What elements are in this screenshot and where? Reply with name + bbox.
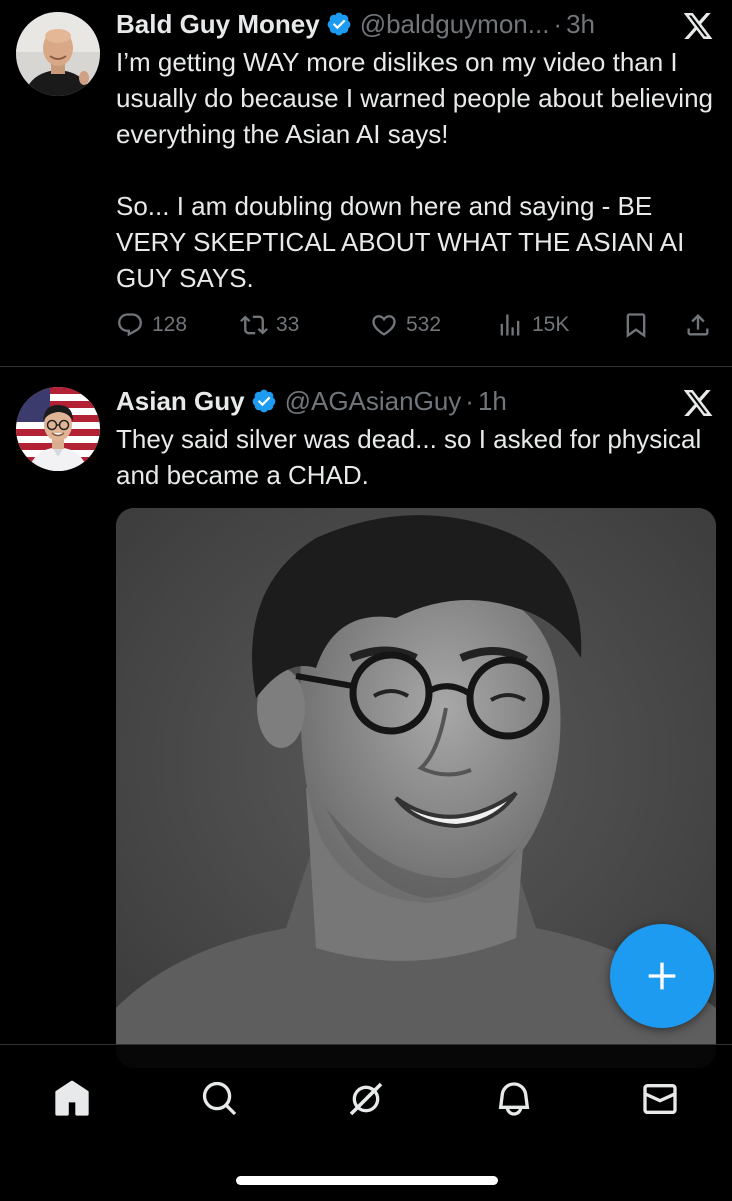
compose-button[interactable] (610, 924, 714, 1028)
timestamp[interactable]: 3h (566, 6, 595, 42)
nav-grok[interactable] (338, 1071, 394, 1127)
separator-dot: · (465, 386, 474, 416)
separator-dot: · (553, 9, 563, 39)
nav-home[interactable] (44, 1071, 100, 1127)
display-name[interactable]: Asian Guy (116, 383, 245, 419)
tweet-bald-guy-money[interactable]: Bald Guy Money @baldguymon... · 3h I’m g… (0, 0, 732, 367)
share-icon (687, 314, 709, 336)
display-name[interactable]: Bald Guy Money (116, 6, 320, 42)
tweet-text: They said silver was dead... so I asked … (116, 421, 716, 493)
tweet-header: Asian Guy @AGAsianGuy · 1h (116, 383, 507, 419)
views-count: 15K (532, 313, 570, 336)
nav-messages[interactable] (632, 1071, 688, 1127)
tweet-text-paragraph: They said silver was dead... so I asked … (116, 424, 702, 490)
reply-button[interactable]: 128 (116, 306, 187, 344)
like-count: 532 (406, 313, 442, 336)
x-logo-icon (683, 390, 713, 416)
avatar[interactable] (16, 387, 100, 471)
repost-icon (240, 315, 268, 335)
verified-badge-icon (252, 389, 275, 413)
tweet-text-paragraph: I’m getting WAY more dislikes on my vide… (116, 47, 713, 149)
avatar[interactable] (16, 12, 100, 96)
handle[interactable]: @AGAsianGuy (285, 383, 462, 419)
grok-icon (349, 1082, 383, 1116)
home-indicator[interactable] (236, 1176, 498, 1185)
verified-badge-icon (327, 12, 351, 36)
tweet-text-paragraph: So... I am doubling down here and saying… (116, 191, 685, 293)
handle[interactable]: @baldguymon... (360, 6, 550, 42)
nav-search[interactable] (192, 1071, 248, 1127)
views-button[interactable]: 15K (496, 306, 569, 344)
views-icon (500, 314, 520, 336)
repost-count: 33 (276, 313, 300, 336)
nav-notifications[interactable] (486, 1071, 542, 1127)
heart-icon (372, 315, 396, 336)
bookmark-button[interactable] (622, 306, 650, 344)
tweet-header: Bald Guy Money @baldguymon... · 3h (116, 6, 595, 42)
bell-icon (498, 1082, 530, 1116)
bookmark-icon (626, 313, 646, 338)
search-icon (202, 1081, 237, 1116)
timestamp[interactable]: 1h (478, 383, 507, 419)
home-icon (55, 1080, 89, 1116)
like-button[interactable]: 532 (370, 306, 441, 344)
share-button[interactable] (684, 306, 712, 344)
mail-icon (643, 1084, 677, 1114)
tweet-text: I’m getting WAY more dislikes on my vide… (116, 44, 716, 296)
reply-icon (118, 313, 142, 337)
plus-icon (648, 962, 676, 990)
repost-button[interactable]: 33 (240, 306, 299, 344)
reply-count: 128 (152, 313, 188, 336)
x-logo-icon (683, 13, 713, 39)
tweet-actions: 128 33 532 15K (116, 306, 716, 344)
